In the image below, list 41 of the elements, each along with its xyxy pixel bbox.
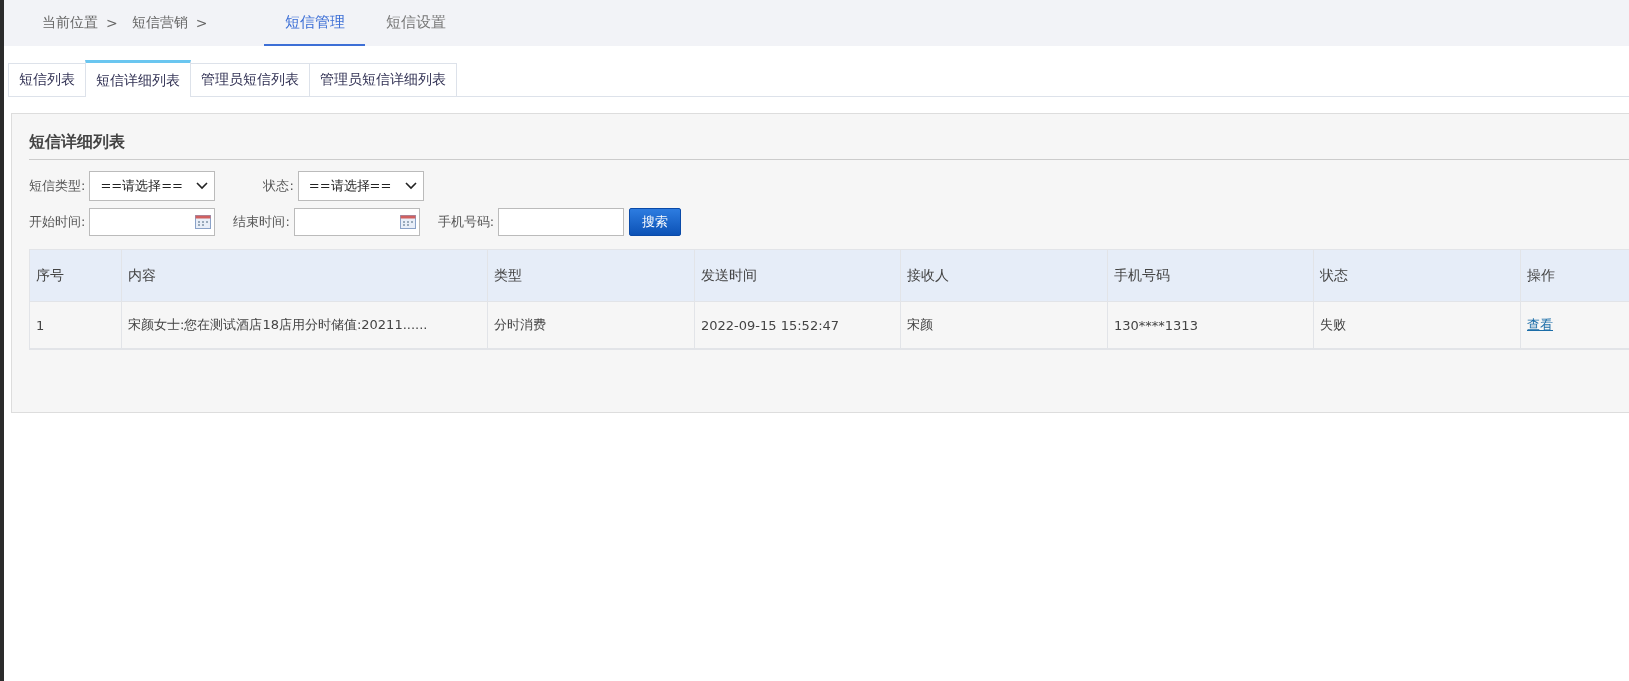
panel-title: 短信详细列表 xyxy=(29,132,1629,160)
column-header: 类型 xyxy=(488,250,695,301)
filter-label: 开始时间: xyxy=(29,213,86,231)
column-header: 接收人 xyxy=(901,250,1108,301)
chevron-down-icon xyxy=(196,182,209,190)
calendar-icon xyxy=(399,215,416,229)
sub-tab[interactable]: 短信详细列表 xyxy=(85,60,191,97)
chevron-down-icon xyxy=(404,182,417,190)
column-header: 操作 xyxy=(1521,250,1629,301)
column-header: 内容 xyxy=(122,250,488,301)
column-header: 手机号码 xyxy=(1108,250,1314,301)
table-cell: 2022-09-15 15:52:47 xyxy=(695,302,901,348)
search-button[interactable]: 搜索 xyxy=(629,208,682,236)
phone-input-field[interactable] xyxy=(498,208,625,236)
sub-tab[interactable]: 短信列表 xyxy=(8,63,86,96)
filter-label: 短信类型: xyxy=(29,177,86,195)
calendar-icon xyxy=(195,215,212,229)
table-cell: 宋颜女士:您在测试酒店18店用分时储值:20211...... xyxy=(122,302,488,348)
nav-tab[interactable]: 短信设置 xyxy=(365,0,466,46)
table-cell: 分时消费 xyxy=(488,302,695,348)
column-header: 状态 xyxy=(1314,250,1521,301)
table-cell: 宋颜 xyxy=(901,302,1108,348)
breadcrumb-separator: > xyxy=(195,15,208,31)
nav-tab[interactable]: 短信管理 xyxy=(264,0,365,46)
breadcrumb-separator: > xyxy=(106,15,118,31)
select-field[interactable]: ==请选择== xyxy=(89,171,216,201)
view-link[interactable]: 查看 xyxy=(1527,316,1553,334)
filter-label: 结束时间: xyxy=(233,213,290,231)
column-header: 序号 xyxy=(30,250,122,301)
breadcrumb-item: 当前位置 xyxy=(42,14,98,32)
column-header: 发送时间 xyxy=(695,250,901,301)
date-field[interactable] xyxy=(293,208,420,236)
sub-tab[interactable]: 管理员短信详细列表 xyxy=(309,63,457,96)
filter-label: 手机号码: xyxy=(437,213,495,231)
breadcrumb-item: 短信营销 xyxy=(131,14,188,32)
filter-label: 状态: xyxy=(263,177,294,195)
table-cell: 1 xyxy=(30,302,122,348)
select-field[interactable]: ==请选择== xyxy=(297,171,424,201)
date-field[interactable] xyxy=(89,208,216,236)
table-cell: 130****1313 xyxy=(1108,302,1314,348)
table-cell: 失败 xyxy=(1314,302,1521,348)
